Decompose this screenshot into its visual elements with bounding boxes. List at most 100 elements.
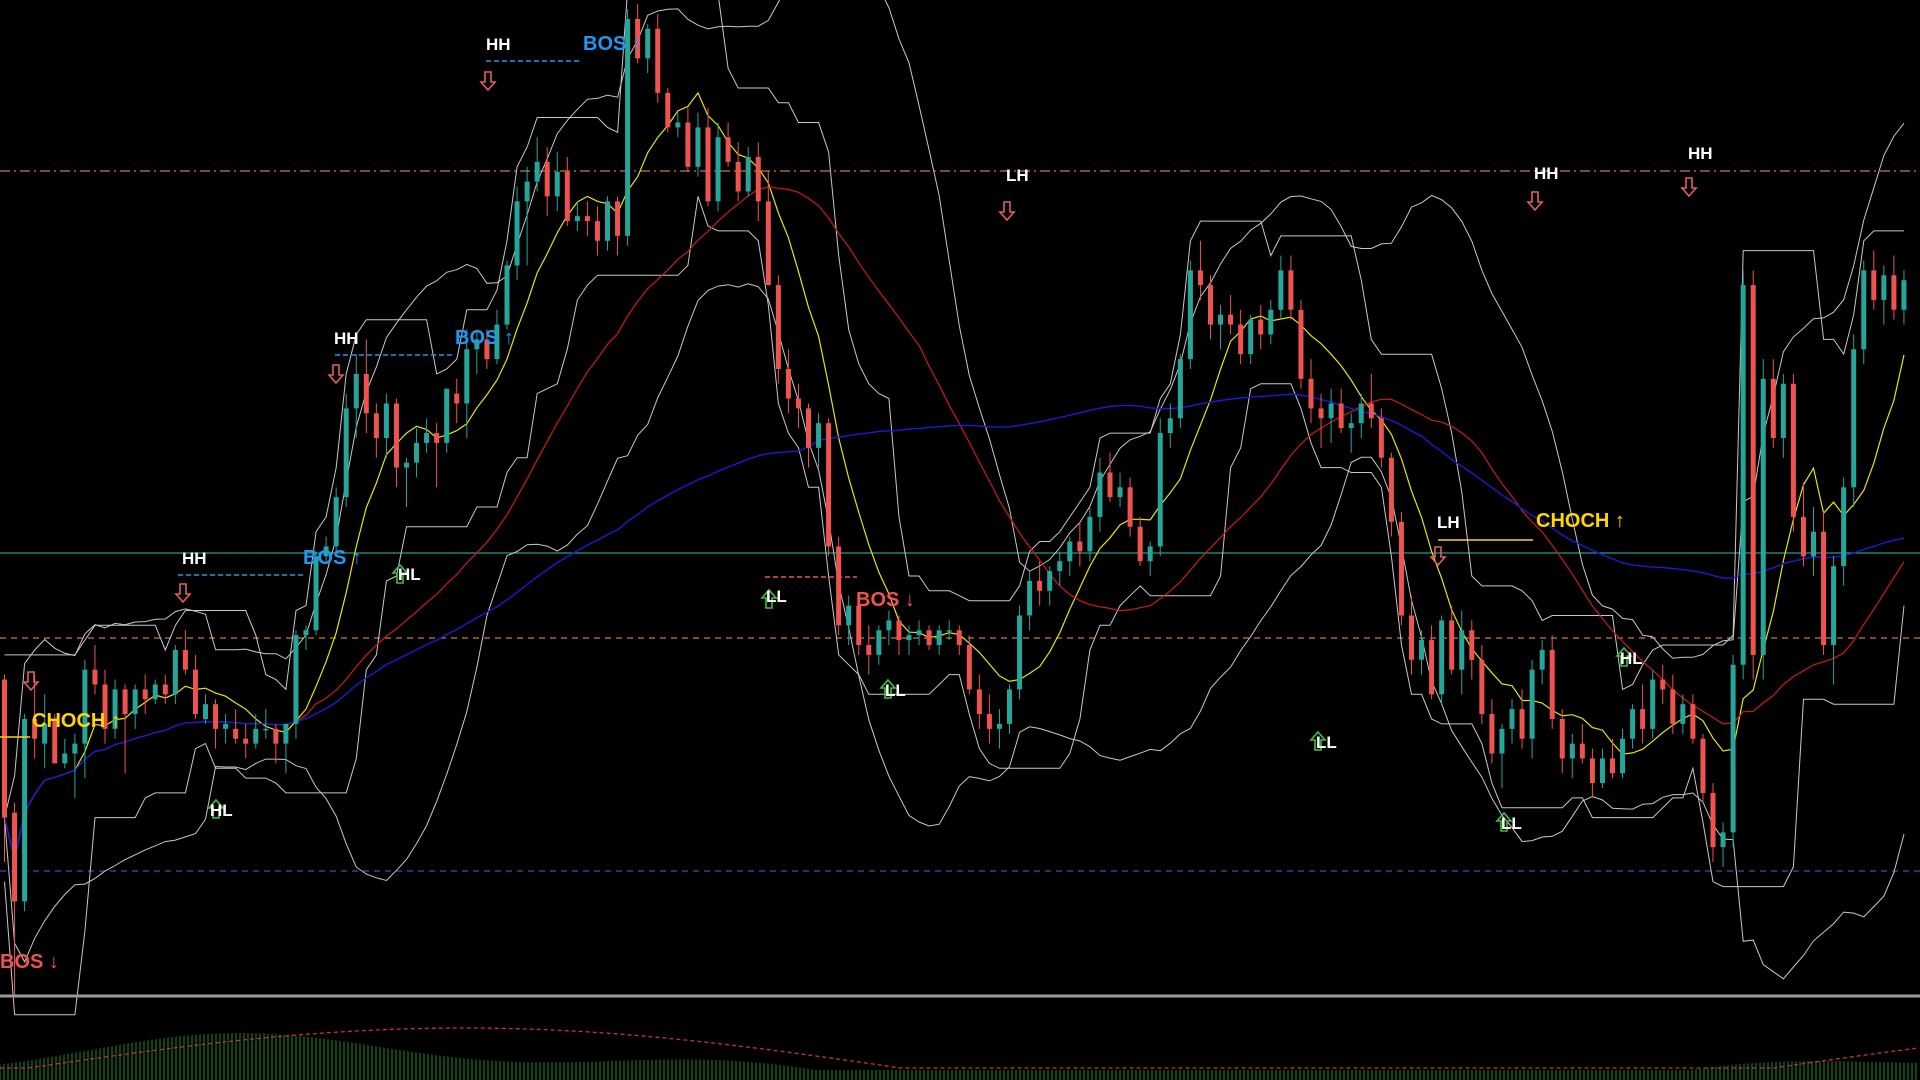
candle-164[interactable]: [1650, 669, 1656, 739]
candle-body-8: [82, 669, 88, 744]
candle-body-93: [936, 630, 942, 646]
candle-body-131: [1318, 408, 1324, 419]
candle-body-37: [373, 413, 379, 438]
candle-body-156: [1569, 743, 1575, 759]
candle-body-162: [1630, 709, 1636, 739]
candle-body-43: [434, 433, 440, 443]
candle-50[interactable]: [504, 260, 510, 330]
candle-body-147: [1479, 659, 1485, 715]
candle-184[interactable]: [1851, 334, 1857, 507]
candle-117[interactable]: [1177, 354, 1183, 429]
candle-body-179: [1800, 516, 1806, 557]
candle-body-124: [1248, 319, 1254, 355]
candle-83[interactable]: [836, 536, 842, 636]
candle-body-176: [1770, 378, 1776, 438]
candle-body-83: [836, 546, 842, 626]
candle-143[interactable]: [1439, 615, 1445, 705]
candle-body-59: [594, 221, 600, 241]
candle-body-144: [1449, 620, 1455, 670]
candle-body-142: [1429, 640, 1435, 695]
candle-body-153: [1539, 649, 1545, 670]
candle-body-183: [1841, 487, 1847, 567]
candle-118[interactable]: [1187, 260, 1193, 369]
candle-body-106: [1067, 541, 1073, 562]
candle-2[interactable]: [22, 714, 28, 912]
candle-body-25: [253, 728, 259, 744]
candle-body-171: [1720, 832, 1726, 848]
candle-body-34: [343, 408, 349, 498]
candle-body-96: [966, 645, 972, 690]
candle-body-36: [363, 373, 369, 414]
candle-173[interactable]: [1740, 270, 1746, 680]
candle-body-89: [896, 620, 902, 641]
candle-174[interactable]: [1750, 270, 1756, 680]
candle-body-23: [233, 728, 239, 739]
candle-body-122: [1228, 314, 1234, 325]
candle-body-111: [1117, 487, 1123, 498]
candle-body-116: [1167, 418, 1173, 434]
candle-body-161: [1620, 738, 1626, 774]
candle-33[interactable]: [333, 487, 339, 557]
candle-body-6: [62, 753, 68, 764]
candle-body-66: [665, 92, 671, 128]
candle-169[interactable]: [1700, 733, 1706, 803]
candle-body-15: [152, 684, 158, 700]
candle-body-187: [1881, 275, 1887, 300]
candle-body-146: [1469, 630, 1475, 660]
candle-body-137: [1378, 418, 1384, 458]
candle-body-126: [1268, 309, 1274, 335]
candle-29[interactable]: [293, 630, 299, 739]
candle-body-172: [1730, 664, 1736, 833]
candle-body-104: [1047, 571, 1053, 591]
candle-body-1: [12, 812, 18, 902]
candle-172[interactable]: [1730, 654, 1736, 848]
candle-body-135: [1358, 403, 1364, 424]
candle-82[interactable]: [826, 418, 832, 557]
candle-body-110: [1107, 472, 1113, 498]
candle-body-90: [906, 635, 912, 641]
candle-body-185: [1861, 270, 1867, 350]
candle-body-175: [1760, 378, 1766, 655]
candle-body-127: [1278, 270, 1284, 310]
candle-body-157: [1579, 743, 1585, 759]
trading-chart[interactable]: BOS ↓ CHOCH ↑ HL HH BOS ↑ HL HH BOS ↑ HH BOS ↑ LL B…: [0, 0, 1920, 1080]
candle-body-92: [926, 630, 932, 646]
candle-body-115: [1157, 433, 1163, 547]
structure-label-12: LL: [885, 681, 906, 700]
candle-body-19: [192, 669, 198, 715]
candle-body-82: [826, 423, 832, 547]
candle-body-138: [1388, 457, 1394, 522]
candle-139[interactable]: [1398, 511, 1404, 626]
chart-svg[interactable]: BOS ↓ CHOCH ↑ HL HH BOS ↑ HL HH BOS ↑ HH BOS ↑ LL B…: [0, 0, 1920, 1080]
candle-body-29: [293, 635, 299, 724]
candle-34[interactable]: [343, 393, 349, 507]
structure-label-11: BOS ↓: [856, 589, 915, 611]
candle-77[interactable]: [775, 275, 781, 384]
candle-body-114: [1147, 546, 1153, 562]
candle-body-91: [916, 630, 922, 636]
candle-body-121: [1218, 314, 1224, 325]
candle-185[interactable]: [1861, 260, 1867, 365]
candle-175[interactable]: [1760, 359, 1766, 680]
candle-129[interactable]: [1298, 299, 1304, 389]
candle-body-158: [1589, 758, 1595, 784]
candle-body-17: [172, 649, 178, 695]
candle-body-20: [203, 704, 208, 719]
candle-body-101: [1017, 615, 1023, 690]
candle-body-72: [725, 137, 731, 162]
candle-body-163: [1640, 709, 1646, 729]
candle-body-87: [876, 630, 882, 655]
candle-body-134: [1348, 423, 1354, 429]
candle-181[interactable]: [1821, 511, 1827, 655]
candle-body-102: [1027, 580, 1033, 616]
candle-body-95: [956, 630, 962, 646]
candle-body-108: [1087, 516, 1093, 552]
chart-background: [0, 0, 1920, 1080]
candle-body-151: [1519, 709, 1525, 739]
candle-body-118: [1187, 270, 1193, 360]
candle-body-178: [1790, 383, 1796, 517]
candle-66[interactable]: [665, 87, 671, 133]
candle-178[interactable]: [1790, 373, 1796, 532]
candle-101[interactable]: [1017, 605, 1023, 700]
candle-115[interactable]: [1157, 418, 1163, 557]
